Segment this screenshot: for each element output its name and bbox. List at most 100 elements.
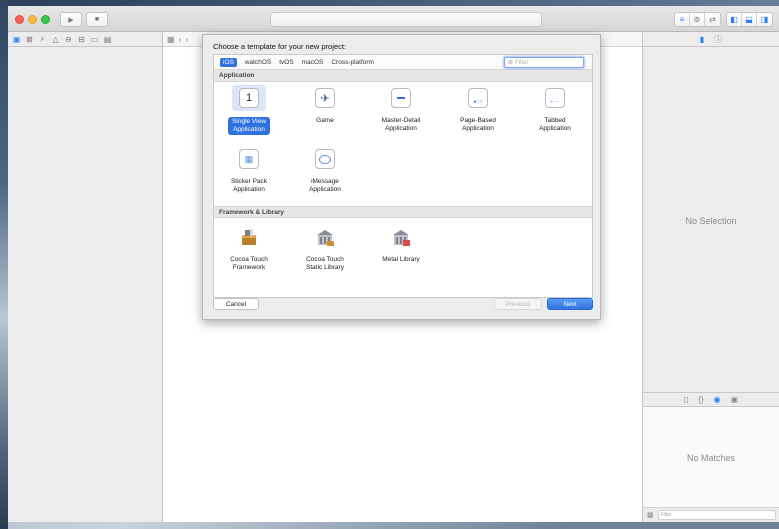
- inspector-tabs: ▮ ⓘ: [643, 32, 779, 47]
- template-label-line1: Page-Based: [460, 117, 496, 124]
- template-game[interactable]: ✈ Game: [294, 85, 356, 126]
- navigator-area: ▣ ⊠ ⌕ △ ⊖ ⊟ ▭ ▤: [8, 32, 163, 522]
- debug-area-toggle-icon[interactable]: ⬓: [742, 13, 757, 26]
- template-label-line2: Application: [385, 125, 417, 132]
- window-toolbar: ▶ ■ ≡ ⊚ ⇄ ◧ ⬓ ◨: [8, 6, 779, 32]
- template-label-line1: Metal Library: [382, 256, 420, 263]
- minimize-window-button[interactable]: [28, 15, 37, 24]
- library-filter-bar: ▦ Filter: [643, 507, 779, 522]
- test-icon[interactable]: ⊖: [64, 35, 73, 44]
- metal-library-icon: [391, 227, 411, 247]
- platform-tabs: iOS watchOS tvOS macOS Cross-platform ⊛ …: [214, 55, 592, 70]
- filter-icon: ⊛: [508, 60, 514, 66]
- template-label-line1: Tabbed: [544, 117, 566, 124]
- template-filter-placeholder: Filter: [515, 59, 529, 66]
- template-label-line2: Application: [462, 125, 494, 132]
- template-master-detail[interactable]: Master-Detail Application: [370, 85, 432, 134]
- related-items-icon[interactable]: ▦: [167, 35, 175, 44]
- template-cocoa-touch-static-library[interactable]: Cocoa Touch Static Library: [294, 224, 356, 273]
- desktop-background: [0, 0, 8, 529]
- template-metal-library[interactable]: Metal Library: [370, 224, 432, 265]
- file-template-icon[interactable]: ▯: [684, 395, 688, 404]
- version-editor-icon[interactable]: ⇄: [705, 13, 720, 26]
- template-label-line1: Master-Detail: [381, 117, 421, 124]
- navigator-toggle-icon[interactable]: ◧: [727, 13, 742, 26]
- debug-icon[interactable]: ⊟: [77, 35, 86, 44]
- object-library-icon[interactable]: ◉: [714, 395, 721, 404]
- utilities-toggle-icon[interactable]: ◨: [757, 13, 772, 26]
- platform-tab-watchos[interactable]: watchOS: [245, 59, 271, 66]
- template-page-based[interactable]: ●○○ Page-Based Application: [447, 85, 509, 134]
- stop-button[interactable]: ■: [86, 12, 108, 27]
- editor-mode-control[interactable]: ≡ ⊚ ⇄: [674, 12, 721, 27]
- page-based-icon: ●○○: [468, 88, 488, 108]
- folder-icon[interactable]: ▣: [12, 35, 21, 44]
- template-label-line1: Cocoa Touch: [230, 256, 268, 263]
- application-templates: 1 Single View Application ✈ Game Master-D…: [214, 82, 592, 206]
- previous-button[interactable]: Previous: [494, 298, 542, 310]
- zoom-window-button[interactable]: [41, 15, 50, 24]
- platform-tab-ios[interactable]: iOS: [220, 57, 237, 67]
- template-label-line2: Application: [233, 186, 265, 193]
- library-filter-placeholder: Filter: [660, 512, 672, 518]
- game-icon: ✈: [315, 88, 335, 108]
- template-label-line2: Static Library: [306, 264, 344, 271]
- tabbed-icon: ▪ ···: [545, 88, 565, 108]
- template-tabbed[interactable]: ▪ ··· Tabbed Application: [524, 85, 586, 134]
- single-view-icon: 1: [239, 88, 259, 108]
- source-control-icon[interactable]: ⊠: [25, 35, 34, 44]
- quick-help-icon[interactable]: ⓘ: [714, 34, 722, 45]
- close-window-button[interactable]: [15, 15, 24, 24]
- sticker-pack-icon: ▦: [239, 149, 259, 169]
- navigator-tabs: ▣ ⊠ ⌕ △ ⊖ ⊟ ▭ ▤: [8, 32, 162, 47]
- media-library-icon[interactable]: ▣: [731, 395, 739, 404]
- back-arrow-icon[interactable]: ‹: [179, 35, 182, 44]
- sheet-title: Choose a template for your new project:: [213, 42, 346, 51]
- report-icon[interactable]: ▤: [103, 35, 112, 44]
- template-label-line2: Application: [539, 125, 571, 132]
- section-header-application: Application: [214, 70, 592, 82]
- template-imessage[interactable]: iMessage Application: [294, 146, 356, 195]
- search-icon[interactable]: ⌕: [38, 34, 47, 44]
- warning-icon[interactable]: △: [51, 35, 60, 44]
- platform-tab-macos[interactable]: macOS: [302, 59, 324, 66]
- template-cocoa-touch-framework[interactable]: Cocoa Touch Framework: [218, 224, 280, 273]
- template-single-view[interactable]: 1 Single View Application: [218, 85, 280, 135]
- template-label-line2: Application: [233, 126, 265, 133]
- view-toggle-control[interactable]: ◧ ⬓ ◨: [726, 12, 773, 27]
- section-header-framework: Framework & Library: [214, 206, 592, 218]
- breakpoint-icon[interactable]: ▭: [90, 35, 99, 44]
- grid-view-icon[interactable]: ▦: [647, 511, 654, 519]
- platform-tab-tvos[interactable]: tvOS: [279, 59, 293, 66]
- framework-toolbox-icon: [239, 227, 259, 247]
- activity-viewer: [270, 12, 542, 27]
- cancel-button[interactable]: Cancel: [213, 298, 259, 310]
- play-icon: ▶: [68, 16, 74, 24]
- template-sticker-pack[interactable]: ▦ Sticker Pack Application: [218, 146, 280, 195]
- template-label-line1: Single View: [232, 118, 266, 125]
- static-library-icon: [315, 227, 335, 247]
- template-label-line2: Application: [309, 186, 341, 193]
- platform-tab-cross-platform[interactable]: Cross-platform: [331, 59, 374, 66]
- framework-templates: Cocoa Touch Framework Cocoa Touch Static L…: [214, 218, 592, 294]
- template-chooser: iOS watchOS tvOS macOS Cross-platform ⊛ …: [213, 54, 593, 298]
- template-label-line1: iMessage: [311, 178, 339, 185]
- code-snippet-icon[interactable]: {}: [698, 395, 703, 404]
- assistant-editor-icon[interactable]: ⊚: [690, 13, 705, 26]
- stop-icon: ■: [94, 16, 100, 23]
- template-label-line2: Framework: [232, 264, 266, 271]
- library-tabs: ▯ {} ◉ ▣: [643, 392, 779, 407]
- new-project-sheet: Choose a template for your new project: …: [202, 34, 601, 320]
- imessage-icon: [315, 149, 335, 169]
- forward-arrow-icon[interactable]: ›: [185, 35, 188, 44]
- utilities-area: ▮ ⓘ No Selection ▯ {} ◉ ▣ No Matches ▦ F…: [642, 32, 779, 522]
- template-filter-input[interactable]: ⊛ Filter: [504, 57, 584, 68]
- file-inspector-icon[interactable]: ▮: [700, 35, 704, 44]
- library-filter-input[interactable]: Filter: [657, 510, 776, 520]
- template-label-line1: Sticker Pack: [230, 178, 268, 185]
- template-label-line1: Game: [316, 117, 334, 124]
- next-button[interactable]: Next: [547, 298, 593, 310]
- standard-editor-icon[interactable]: ≡: [675, 13, 690, 26]
- run-button[interactable]: ▶: [60, 12, 82, 27]
- no-matches-label: No Matches: [686, 453, 736, 463]
